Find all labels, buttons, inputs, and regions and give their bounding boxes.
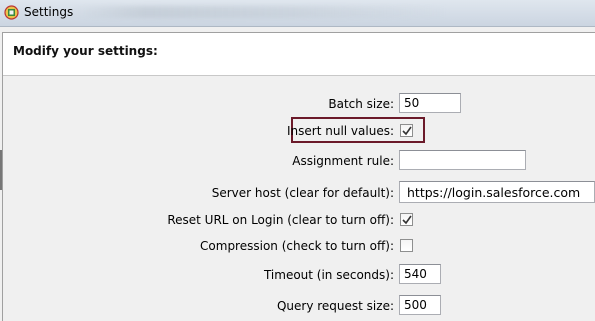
assignment-rule-input[interactable] (399, 150, 526, 170)
checkmark-icon (402, 215, 412, 225)
insert-null-values-label: Insert null values: (287, 124, 394, 138)
reset-url-checkbox[interactable] (400, 213, 413, 226)
compression-label: Compression (check to turn off): (200, 239, 394, 253)
timeout-input[interactable] (399, 264, 441, 284)
title-bar-blur (70, 6, 450, 18)
compression-checkbox[interactable] (400, 239, 413, 252)
batch-size-input[interactable] (399, 93, 461, 113)
header-panel: Modify your settings: (3, 33, 595, 76)
page-title: Modify your settings: (13, 44, 158, 58)
server-host-label: Server host (clear for default): (211, 186, 394, 200)
batch-size-label: Batch size: (328, 97, 394, 111)
insert-null-values-checkbox[interactable] (400, 124, 413, 137)
window-edge (0, 150, 2, 190)
assignment-rule-label: Assignment rule: (292, 154, 394, 168)
query-request-size-label: Query request size: (276, 299, 394, 313)
window-title: Settings (24, 5, 74, 19)
settings-window: Settings Modify your settings: Batch siz… (0, 0, 595, 321)
checkmark-icon (402, 126, 412, 136)
server-host-input[interactable] (399, 181, 595, 203)
timeout-label: Timeout (in seconds): (263, 268, 394, 282)
title-bar[interactable]: Settings (0, 0, 595, 27)
reset-url-label: Reset URL on Login (clear to turn off): (167, 213, 394, 227)
query-request-size-input[interactable] (399, 295, 441, 315)
app-icon (4, 5, 19, 20)
